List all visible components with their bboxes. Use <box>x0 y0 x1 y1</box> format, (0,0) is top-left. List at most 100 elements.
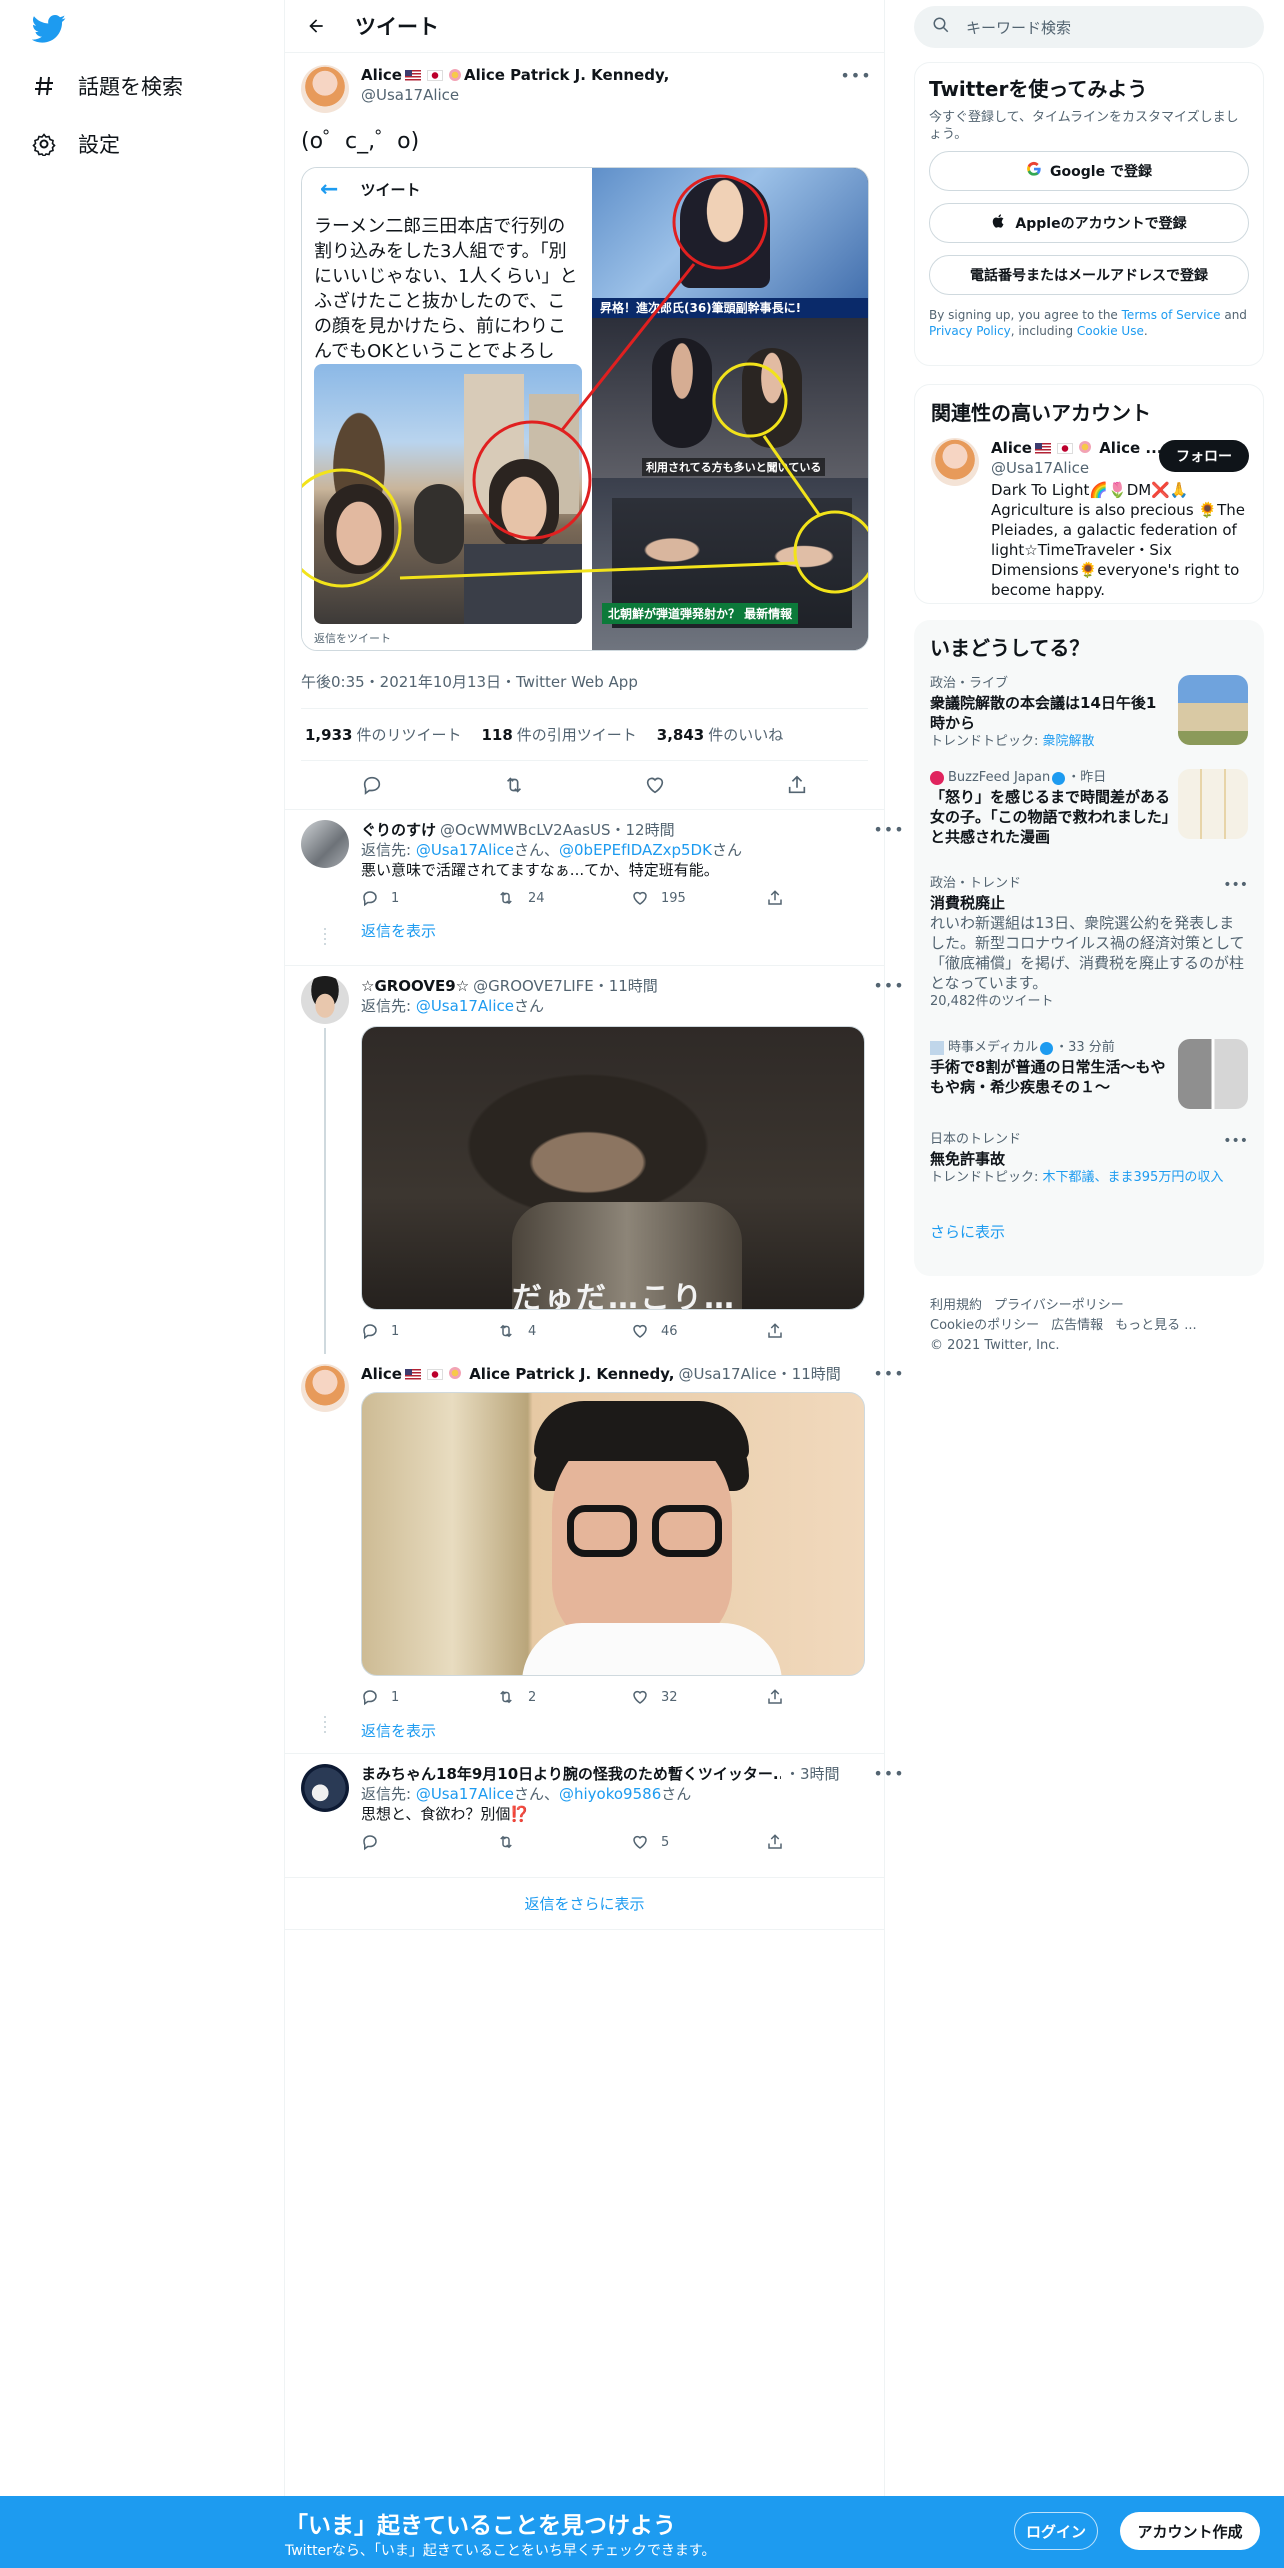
show-replies-link[interactable]: 返信を表示 <box>301 916 868 953</box>
mention-link[interactable]: @0bEPEfIDAZxp5DK <box>559 841 712 859</box>
back-arrow-icon[interactable] <box>301 11 331 41</box>
login-button[interactable]: ログイン <box>1014 2512 1098 2550</box>
more-options-icon[interactable]: ••• <box>840 65 870 85</box>
left-nav: 話題を検索 設定 <box>0 0 285 2568</box>
embedded-title: ツイート <box>360 180 421 199</box>
search-input[interactable]: キーワード検索 <box>914 6 1264 48</box>
privacy-link[interactable]: Privacy Policy <box>929 324 1011 338</box>
footer-link[interactable]: Cookieのポリシー <box>930 1318 1039 1333</box>
retweet-button[interactable]: 24 <box>496 889 631 907</box>
avatar[interactable] <box>301 976 349 1024</box>
more-options-icon[interactable]: ••• <box>1223 1133 1248 1149</box>
reply-gif[interactable]: だゅだ…こり… <box>361 1026 865 1310</box>
more-options-icon[interactable]: ••• <box>873 820 903 840</box>
twitter-logo-icon[interactable] <box>31 14 66 44</box>
footer-link[interactable]: 利用規約 <box>930 1298 982 1313</box>
trend-item[interactable]: 政治・ライブ 衆議院解散の本会議は14日午後1時から トレンドトピック: 衆院解… <box>914 675 1264 769</box>
flower-icon <box>1078 441 1091 453</box>
trend-item[interactable]: 日本のトレンド ••• 無免許事故 トレンドトピック: 木下都議、まま395万円… <box>914 1131 1264 1207</box>
reply-tweet[interactable]: Alice Alice Patrick J. Kennedy, @Usa17Al… <box>285 1354 904 1754</box>
like-button[interactable]: 46 <box>631 1322 766 1340</box>
like-icon[interactable] <box>643 773 667 797</box>
reply-author-name[interactable]: まみちゃん18年9月10日より腕の怪我のため暫くツイッター... <box>361 1764 781 1784</box>
flower-icon <box>448 1367 461 1379</box>
like-button[interactable]: 32 <box>631 1688 766 1706</box>
footer-link[interactable]: もっと見る ... <box>1115 1318 1197 1333</box>
reply-author-name[interactable]: Alice Alice Patrick J. Kennedy, <box>361 1364 675 1384</box>
trend-topic: トレンドトピック: 木下都議、まま395万円の収入 <box>930 1170 1224 1185</box>
apple-signup-button[interactable]: Appleのアカウントで登録 <box>929 203 1249 243</box>
cookie-link[interactable]: Cookie Use <box>1077 324 1144 338</box>
terms-link[interactable]: Terms of Service <box>1122 308 1221 322</box>
jp-flag-icon <box>426 69 443 81</box>
news-photos: 昇格！進次郎氏(36)筆頭副幹事長に! 利用されてる方も多いと聞いている 北朝鮮… <box>592 168 868 650</box>
like-button[interactable]: 195 <box>631 889 766 907</box>
bottombar-subtitle: Twitterなら、「いま」起きていることをいち早くチェックできます。 <box>285 2543 716 2559</box>
reply-tweet-label: 返信をツイート <box>314 632 391 645</box>
share-button[interactable] <box>766 1688 901 1706</box>
author-handle[interactable]: @Usa17Alice <box>361 85 844 105</box>
trend-item[interactable]: 政治・トレンド ••• 消費税廃止 れいわ新選組は13日、衆院選公約を発表しまし… <box>914 875 1264 1039</box>
author-name[interactable]: Alice Alice Patrick J. Kennedy, <box>361 65 844 85</box>
avatar[interactable] <box>301 65 349 113</box>
quote-count[interactable]: 118 件の引用ツイート <box>481 724 636 745</box>
trend-thumbnail <box>1178 675 1248 745</box>
mention-link[interactable]: @hiyoko9586 <box>559 1785 661 1803</box>
reply-tweet[interactable]: まみちゃん18年9月10日より腕の怪我のため暫くツイッター... ・3時間 ••… <box>285 1754 904 1878</box>
reply-button[interactable]: 1 <box>361 1688 496 1706</box>
reply-author-handle[interactable]: @Usa17Alice・11時間 <box>679 1364 841 1384</box>
nav-explore[interactable]: 話題を検索 <box>30 64 183 108</box>
show-replies-link[interactable]: 返信を表示 <box>301 1718 868 1753</box>
reply-tweet[interactable]: ぐりのすけ @OcWMWBcLV2AasUS・12時間 ••• 返信先: @Us… <box>285 810 904 966</box>
footer-link[interactable]: 広告情報 <box>1051 1318 1103 1333</box>
retweet-button[interactable]: 4 <box>496 1322 631 1340</box>
reply-author-name[interactable]: ☆GROOVE9☆ <box>361 976 469 996</box>
more-options-icon[interactable]: ••• <box>873 1764 903 1784</box>
follow-button[interactable]: フォロー <box>1159 440 1249 472</box>
email-signup-button[interactable]: 電話番号またはメールアドレスで登録 <box>929 255 1249 295</box>
reply-gif[interactable] <box>361 1392 865 1676</box>
share-button[interactable] <box>766 1322 901 1340</box>
share-button[interactable] <box>766 1833 901 1851</box>
show-more-trends-link[interactable]: さらに表示 <box>914 1207 1264 1256</box>
mention-link[interactable]: @Usa17Alice <box>416 997 514 1015</box>
mention-link[interactable]: @Usa17Alice <box>416 841 514 859</box>
page-header: ツイート <box>285 0 884 53</box>
google-signup-button[interactable]: Google で登録 <box>929 151 1249 191</box>
share-button[interactable] <box>766 889 901 907</box>
avatar[interactable] <box>301 820 349 868</box>
main-tweet: Alice Alice Patrick J. Kennedy, @Usa17Al… <box>285 53 884 810</box>
like-button[interactable]: 5 <box>631 1833 766 1851</box>
nav-settings[interactable]: 設定 <box>30 122 120 166</box>
reply-button[interactable]: 1 <box>361 889 496 907</box>
reply-author-handle[interactable]: ・3時間 <box>785 1764 840 1784</box>
avatar[interactable] <box>931 438 979 486</box>
retweet-button[interactable]: 2 <box>496 1688 631 1706</box>
reply-button[interactable]: 1 <box>361 1322 496 1340</box>
retweet-icon[interactable] <box>502 773 526 797</box>
show-more-replies-link[interactable]: 返信をさらに表示 <box>285 1878 884 1930</box>
reply-button[interactable] <box>361 1833 496 1851</box>
avatar[interactable] <box>301 1364 349 1412</box>
reply-tweet[interactable]: ☆GROOVE9☆ @GROOVE7LIFE・11時間 ••• 返信先: @Us… <box>285 966 904 1354</box>
reply-author-name[interactable]: ぐりのすけ <box>361 820 436 840</box>
reply-icon[interactable] <box>360 773 384 797</box>
trend-title: 衆議院解散の本会議は14日午後1時から <box>930 694 1157 732</box>
trend-item[interactable]: BuzzFeed Japan ・昨日 「怒り」を感じるまで時間差がある女の子。「こ… <box>914 769 1264 875</box>
related-account[interactable]: Alice Alice ... @Usa17Alice Dark To Ligh… <box>915 438 1263 600</box>
footer-link[interactable]: プライバシーポリシー <box>994 1298 1124 1313</box>
retweet-count[interactable]: 1,933 件のリツイート <box>305 724 461 745</box>
retweet-button[interactable] <box>496 1833 631 1851</box>
share-icon[interactable] <box>785 773 809 797</box>
trend-item[interactable]: 時事メディカル ・33 分前 手術で8割が普通の日常生活～もやもや病・希少疾患その… <box>914 1039 1264 1131</box>
reply-author-handle[interactable]: @OcWMWBcLV2AasUS・12時間 <box>440 820 675 840</box>
reply-author-handle[interactable]: @GROOVE7LIFE・11時間 <box>473 976 658 996</box>
avatar[interactable] <box>301 1764 349 1812</box>
like-count[interactable]: 3,843 件のいいね <box>657 724 783 745</box>
signup-button[interactable]: アカウント作成 <box>1120 2512 1260 2550</box>
more-options-icon[interactable]: ••• <box>873 1364 903 1384</box>
mention-link[interactable]: @Usa17Alice <box>416 1785 514 1803</box>
tweet-image[interactable]: ← ツイート ラーメン二郎三田本店で行列の割り込みをした3人組です。「別にいいじ… <box>301 167 869 651</box>
more-options-icon[interactable]: ••• <box>873 976 903 996</box>
more-options-icon[interactable]: ••• <box>1223 877 1248 893</box>
